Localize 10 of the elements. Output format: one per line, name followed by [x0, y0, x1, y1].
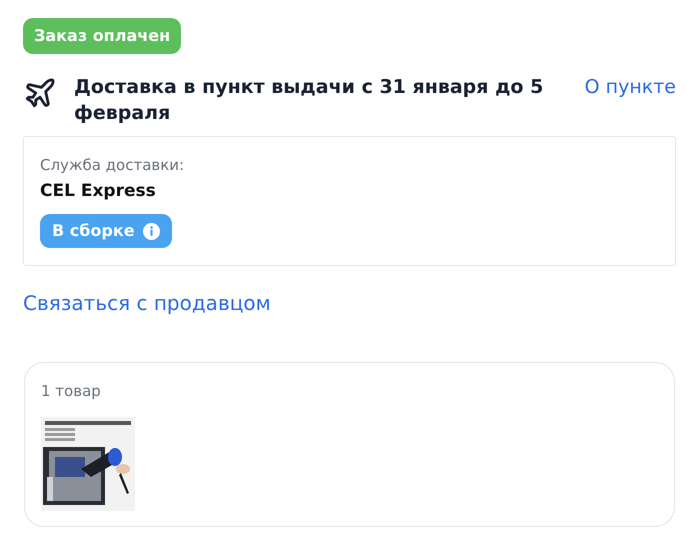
contact-seller-link[interactable]: Связаться с продавцом [23, 288, 676, 318]
service-name: CEL Express [40, 180, 157, 202]
airplane-icon [23, 76, 57, 110]
pickup-point-link[interactable]: О пункте [584, 74, 676, 100]
status-badge: Заказ оплачен [23, 18, 182, 54]
assembly-status-button[interactable]: В сборке [40, 214, 172, 248]
delivery-title: Доставка в пункт выдачи с 31 января до 5 февраля [74, 75, 544, 126]
items-count: 1 товар [41, 381, 102, 402]
info-icon [142, 222, 160, 240]
service-label: Служба доставки: [40, 155, 186, 176]
